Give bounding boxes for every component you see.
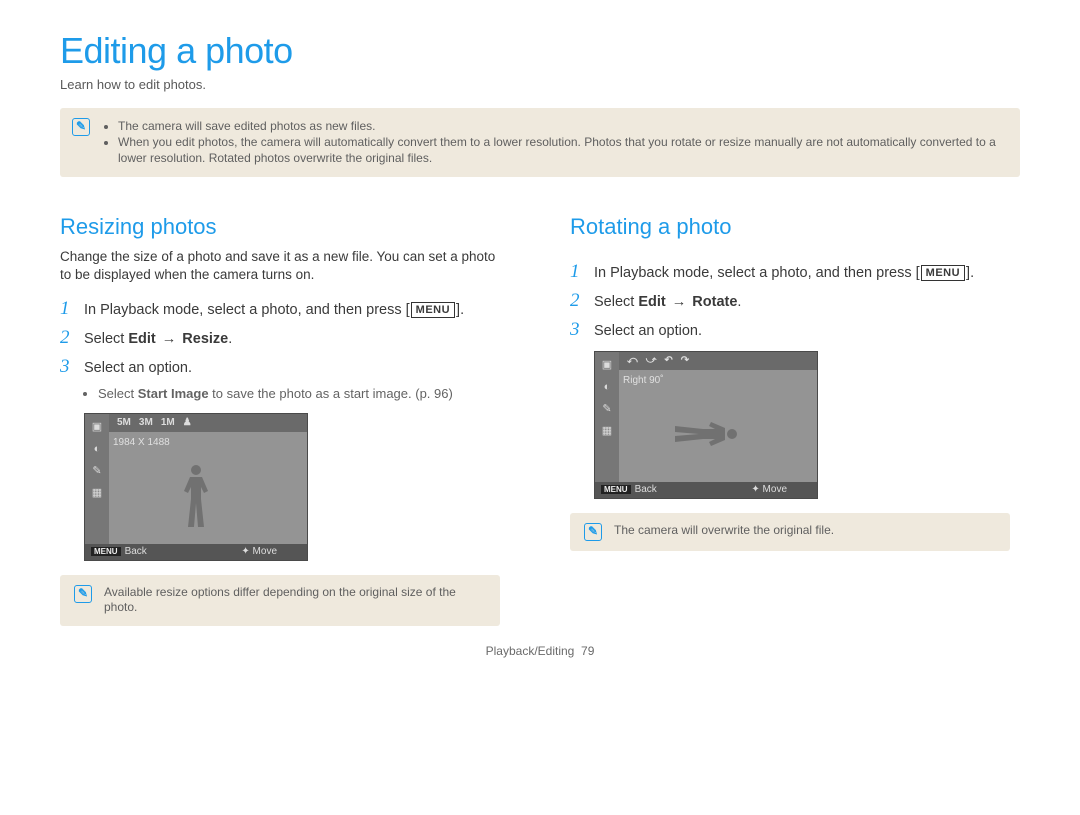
note-top-bullet: The camera will save edited photos as ne… bbox=[118, 119, 1006, 135]
menu-chip: MENU bbox=[921, 265, 965, 281]
silhouette-figure bbox=[671, 412, 741, 456]
lcd-topbar: ⤺ ⤻ ↶ ↷ bbox=[619, 352, 817, 370]
lcd-bottombar: MENU Back ✦ Move bbox=[85, 544, 307, 560]
lcd-move-label: Move bbox=[253, 546, 277, 557]
step: 1 In Playback mode, select a photo, and … bbox=[60, 299, 510, 320]
step-text: . bbox=[460, 302, 464, 318]
step: 3 Select an option. bbox=[570, 320, 1020, 341]
step-bold: Resize bbox=[182, 331, 228, 347]
silhouette-figure bbox=[174, 461, 218, 531]
footer-section: Playback/Editing bbox=[486, 644, 575, 658]
person-icon: ♟ bbox=[183, 416, 192, 429]
size-option: 1M bbox=[161, 416, 175, 429]
lcd-bottombar: MENU Back ✦ Move bbox=[595, 482, 817, 498]
step-text: In Playback mode, select a photo, and th… bbox=[84, 302, 402, 318]
footer-page: 79 bbox=[581, 644, 594, 658]
section-heading-rotating: Rotating a photo bbox=[570, 213, 1020, 242]
page-title: Editing a photo bbox=[60, 28, 1020, 75]
note-top-content: The camera will save edited photos as ne… bbox=[102, 118, 1006, 168]
section-heading-resizing: Resizing photos bbox=[60, 213, 510, 242]
note-resize: ✎ Available resize options differ depend… bbox=[60, 575, 500, 626]
note-icon: ✎ bbox=[584, 523, 602, 541]
tool-icon: ◐ bbox=[604, 380, 611, 394]
step-bold: Rotate bbox=[692, 294, 737, 310]
col-resizing: Resizing photos Change the size of a pho… bbox=[60, 213, 510, 625]
step-text: Select bbox=[84, 331, 128, 347]
menu-chip: MENU bbox=[411, 302, 455, 318]
tool-icon: ✎ bbox=[602, 402, 611, 416]
page-subtitle: Learn how to edit photos. bbox=[60, 77, 1020, 94]
step: 3 Select an option. bbox=[60, 357, 510, 378]
step-number: 2 bbox=[60, 328, 74, 349]
lcd-rotate-preview: ▣ ◐ ✎ ▦ ⤺ ⤻ ↶ ↷ Right 90˚ MENU Back ✦ Mov… bbox=[594, 351, 818, 499]
note-resize-text: Available resize options differ dependin… bbox=[104, 585, 486, 616]
tool-icon: ▣ bbox=[602, 358, 612, 372]
rotate-icon: ⤻ bbox=[646, 354, 657, 367]
note-rotate: ✎ The camera will overwrite the original… bbox=[570, 513, 1010, 551]
step-number: 1 bbox=[570, 262, 584, 283]
step-number: 1 bbox=[60, 299, 74, 320]
note-top-bullet: When you edit photos, the camera will au… bbox=[118, 135, 1006, 166]
tool-icon: ▣ bbox=[92, 420, 102, 434]
lcd-side-icons: ▣ ◐ ✎ ▦ bbox=[595, 352, 619, 482]
step-text: Select an option. bbox=[594, 320, 1020, 341]
lcd-resolution-label: 1984 X 1488 bbox=[113, 436, 170, 449]
step-text: Select an option. bbox=[84, 357, 510, 378]
step-text: . bbox=[228, 331, 232, 347]
note-rotate-text: The camera will overwrite the original f… bbox=[614, 523, 834, 539]
section-desc-resizing: Change the size of a photo and save it a… bbox=[60, 248, 510, 283]
rotate-icon: ↶ bbox=[664, 354, 672, 367]
step-sub-bullet: Select Start Image to save the photo as … bbox=[98, 386, 510, 403]
step-number: 3 bbox=[570, 320, 584, 341]
lcd-topbar: 5M 3M 1M ♟ bbox=[109, 414, 307, 432]
arrow-icon: → bbox=[162, 331, 177, 347]
lcd-side-icons: ▣ ◐ ✎ ▦ bbox=[85, 414, 109, 544]
tool-icon: ▦ bbox=[92, 486, 102, 500]
lcd-back-label: Back bbox=[125, 546, 147, 557]
step-bold: Edit bbox=[128, 331, 155, 347]
nav-icon: ✦ bbox=[751, 484, 759, 495]
lcd-rotate-label: Right 90˚ bbox=[623, 374, 664, 387]
step: 1 In Playback mode, select a photo, and … bbox=[570, 262, 1020, 283]
lcd-move-label: Move bbox=[763, 484, 787, 495]
lcd-back-label: Back bbox=[635, 484, 657, 495]
step-number: 3 bbox=[60, 357, 74, 378]
step: 2 Select Edit → Resize. bbox=[60, 328, 510, 349]
menu-chip-icon: MENU bbox=[601, 485, 631, 494]
lcd-resize-preview: ▣ ◐ ✎ ▦ 5M 3M 1M ♟ 1984 X 1488 MENU Back … bbox=[84, 413, 308, 561]
menu-chip-icon: MENU bbox=[91, 547, 121, 556]
rotate-icon: ⤺ bbox=[627, 354, 638, 367]
nav-icon: ✦ bbox=[241, 546, 249, 557]
rotate-icon: ↷ bbox=[681, 354, 689, 367]
col-rotating: Rotating a photo 1 In Playback mode, sel… bbox=[570, 213, 1020, 625]
page-footer: Playback/Editing 79 bbox=[60, 644, 1020, 660]
note-icon: ✎ bbox=[74, 585, 92, 603]
step-text: . bbox=[970, 265, 974, 281]
step-text: . bbox=[737, 294, 741, 310]
size-option: 5M bbox=[117, 416, 131, 429]
step-number: 2 bbox=[570, 291, 584, 312]
arrow-icon: → bbox=[672, 294, 687, 310]
tool-icon: ✎ bbox=[92, 464, 101, 478]
note-top: ✎ The camera will save edited photos as … bbox=[60, 108, 1020, 178]
note-icon: ✎ bbox=[72, 118, 90, 136]
step-bold: Edit bbox=[638, 294, 665, 310]
step-text: In Playback mode, select a photo, and th… bbox=[594, 265, 912, 281]
tool-icon: ◐ bbox=[94, 442, 101, 456]
size-option: 3M bbox=[139, 416, 153, 429]
step: 2 Select Edit → Rotate. bbox=[570, 291, 1020, 312]
step-text: Select bbox=[594, 294, 638, 310]
tool-icon: ▦ bbox=[602, 424, 612, 438]
